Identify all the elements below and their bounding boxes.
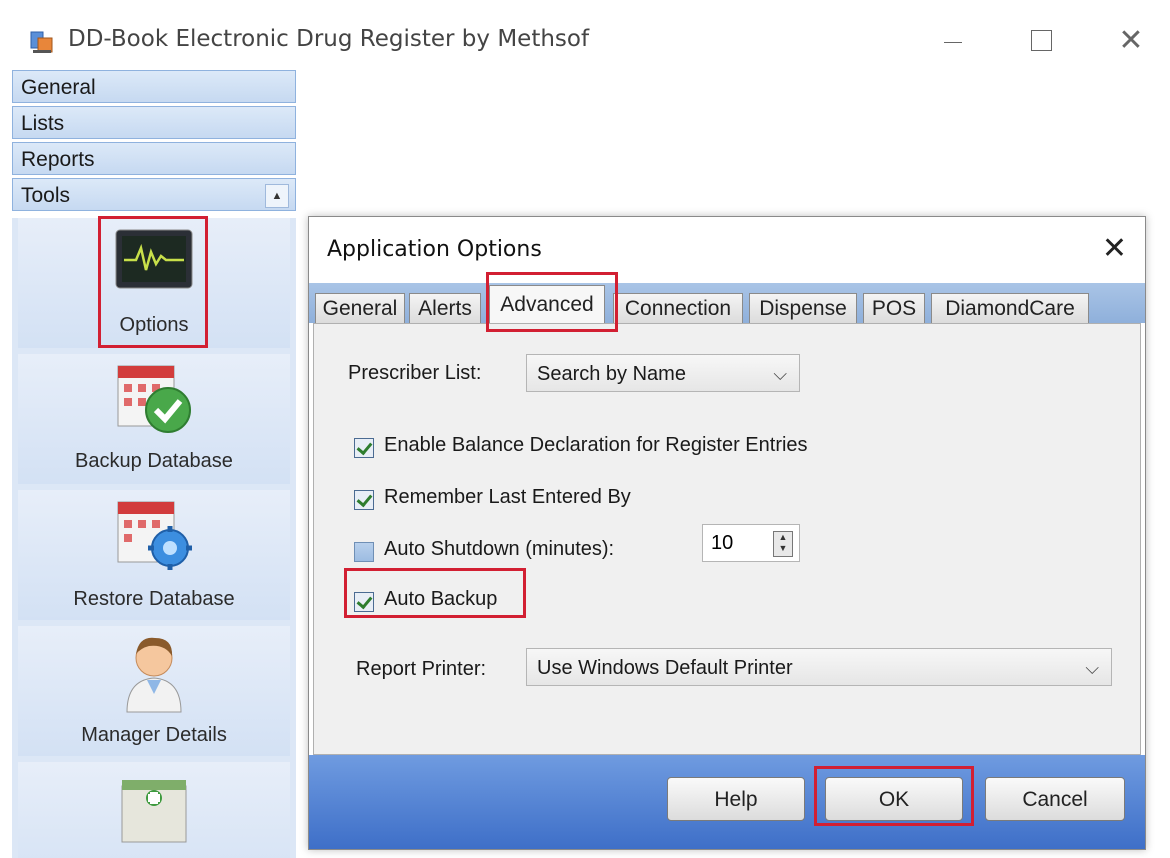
- tab-general[interactable]: General: [315, 293, 405, 323]
- tab-diamondcare[interactable]: DiamondCare: [931, 293, 1089, 323]
- help-button[interactable]: Help: [667, 777, 805, 821]
- tool-backup-database[interactable]: Backup Database: [18, 354, 290, 484]
- dialog-title: Application Options: [327, 237, 542, 262]
- cancel-button[interactable]: Cancel: [985, 777, 1125, 821]
- auto-shutdown-minutes-value: 10: [711, 532, 734, 554]
- tool-restore-database[interactable]: Restore Database: [18, 490, 290, 620]
- tool-backup-database-label: Backup Database: [75, 450, 233, 472]
- dialog-button-bar: Help OK Cancel: [309, 755, 1145, 849]
- advanced-tab-page: Prescriber List: Search by Name ⌵ Enable…: [313, 323, 1141, 755]
- dialog-close-button[interactable]: ✕: [1102, 231, 1127, 266]
- remember-last-entered-checkbox[interactable]: [354, 490, 374, 510]
- tool-pharmacy-details[interactable]: [18, 762, 290, 858]
- enable-balance-declaration-checkbox[interactable]: [354, 438, 374, 458]
- window-titlebar: DD-Book Electronic Drug Register by Meth…: [0, 0, 1170, 70]
- prescriber-list-dropdown[interactable]: Search by Name ⌵: [526, 354, 800, 392]
- report-printer-value: Use Windows Default Printer: [537, 657, 793, 679]
- prescriber-list-label: Prescriber List:: [348, 362, 482, 384]
- prescriber-list-value: Search by Name: [537, 363, 686, 385]
- nav-section-lists[interactable]: Lists: [12, 106, 296, 139]
- restore-database-icon: [117, 501, 192, 570]
- tool-manager-details[interactable]: Manager Details: [18, 626, 290, 756]
- close-window-button[interactable]: ✕: [1108, 20, 1154, 60]
- manager-details-icon: [126, 637, 182, 713]
- report-printer-label: Report Printer:: [356, 658, 487, 680]
- report-printer-dropdown[interactable]: Use Windows Default Printer ⌵: [526, 648, 1112, 686]
- chevron-down-icon: ⌵: [773, 364, 787, 384]
- ok-button-highlight-box: [814, 766, 974, 826]
- nav-section-general[interactable]: General: [12, 70, 296, 103]
- options-highlight-box: [98, 216, 208, 348]
- tab-strip: General Alerts Advanced Connection Dispe…: [309, 283, 1145, 325]
- backup-database-icon: [117, 365, 191, 433]
- nav-section-tools[interactable]: Tools ▲: [12, 178, 296, 211]
- remember-last-entered-label: Remember Last Entered By: [384, 486, 631, 508]
- spinner-arrows-icon[interactable]: ▲ ▼: [773, 531, 793, 557]
- tab-pos[interactable]: POS: [863, 293, 925, 323]
- auto-backup-highlight-box: [344, 568, 526, 618]
- auto-shutdown-checkbox[interactable]: [354, 542, 374, 562]
- tab-dispense[interactable]: Dispense: [749, 293, 857, 323]
- maximize-icon: [1030, 29, 1052, 51]
- close-icon: ✕: [1118, 23, 1144, 57]
- enable-balance-declaration-label: Enable Balance Declaration for Register …: [384, 434, 808, 456]
- pharmacy-building-icon: [121, 780, 187, 843]
- close-icon: ✕: [1101, 232, 1127, 265]
- tab-alerts[interactable]: Alerts: [409, 293, 481, 323]
- nav-section-tools-label: Tools: [21, 184, 71, 207]
- tool-manager-details-label: Manager Details: [81, 724, 227, 746]
- chevron-down-icon: ⌵: [1085, 658, 1099, 678]
- application-options-dialog: Application Options ✕ General Alerts Adv…: [308, 216, 1146, 850]
- minimize-icon: [944, 41, 962, 43]
- auto-shutdown-minutes-spinner[interactable]: 10 ▲ ▼: [702, 524, 800, 562]
- window-title: DD-Book Electronic Drug Register by Meth…: [68, 26, 590, 52]
- tab-connection[interactable]: Connection: [613, 293, 743, 323]
- advanced-tab-highlight-box: [486, 272, 618, 332]
- nav-section-reports[interactable]: Reports: [12, 142, 296, 175]
- minimize-button[interactable]: [930, 20, 976, 60]
- navigation-pane: General Lists Reports Tools ▲ Options Ba…: [10, 70, 296, 858]
- auto-shutdown-label: Auto Shutdown (minutes):: [384, 538, 615, 560]
- collapse-arrow-icon[interactable]: ▲: [265, 184, 289, 208]
- tool-restore-database-label: Restore Database: [73, 588, 235, 610]
- app-icon: [30, 31, 53, 53]
- maximize-button[interactable]: [1018, 20, 1064, 60]
